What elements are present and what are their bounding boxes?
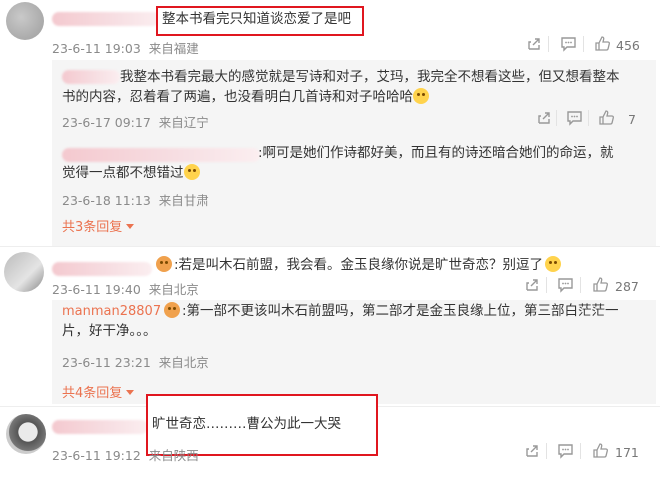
reply-username[interactable]: manman28807 [62, 304, 161, 319]
comment-meta: 23-6-11 19:03 来自福建 [52, 38, 199, 57]
emoji-icon [545, 256, 562, 272]
comment-icon[interactable] [557, 277, 574, 293]
comment-time: 23-6-11 19:03 [52, 41, 141, 56]
reply-location: 来自辽宁 [158, 115, 209, 130]
avatar[interactable] [6, 2, 44, 40]
laughing-emoji-icon [413, 88, 429, 104]
more-replies-link[interactable]: 共3条回复 [62, 216, 135, 235]
reply-text-line-1: :啊可是她们作诗都好美，而且有的诗还暗合她们的命运，就 [258, 145, 614, 161]
like-icon[interactable] [594, 35, 611, 52]
username-blurred[interactable] [52, 420, 148, 434]
separator [546, 443, 547, 459]
comment-meta: 23-6-11 19:40 来自北京 [52, 279, 199, 298]
username-blurred[interactable] [52, 12, 160, 26]
comment-icon[interactable] [560, 36, 577, 52]
user-avatar-emoji-icon [156, 256, 172, 272]
share-icon[interactable] [524, 443, 540, 459]
divider [0, 246, 660, 247]
like-icon[interactable] [592, 442, 609, 459]
comment-icon[interactable] [566, 110, 583, 126]
like-count: 7 [628, 112, 636, 127]
reply-time: 23-6-11 23:21 [62, 355, 151, 370]
username-blurred[interactable] [52, 262, 152, 276]
avatar[interactable] [6, 414, 46, 454]
like-count: 456 [616, 38, 640, 53]
comment-icon[interactable] [557, 443, 574, 459]
comment-time: 23-6-11 19:40 [52, 282, 141, 297]
reply-location: 来自甘肃 [158, 193, 209, 208]
user-avatar-emoji-icon [164, 302, 180, 318]
comment-text: 整本书看完只知道谈恋爱了是吧 [162, 11, 351, 27]
username-blurred[interactable] [62, 148, 260, 162]
like-count: 287 [615, 279, 639, 294]
comment-text: 旷世奇恋………曹公为此一大哭 [152, 416, 341, 432]
reply-text-line-1: 我整本书看完最大的感觉就是写诗和对子，艾玛，我完全不想看这些，但又想看整本 [120, 69, 620, 85]
separator [580, 443, 581, 459]
reply-time: 23-6-17 09:17 [62, 115, 151, 130]
reply-text-line-2: 书的内容，忍着看了两遍，也没看明白几首诗和对子哈哈哈 [62, 86, 429, 108]
separator [583, 36, 584, 52]
comment-location: 来自陕西 [148, 448, 199, 463]
reply-time: 23-6-18 11:13 [62, 193, 151, 208]
like-count: 171 [615, 445, 639, 460]
more-replies-link[interactable]: 共4条回复 [62, 382, 135, 401]
caret-down-icon [126, 224, 135, 229]
separator [548, 36, 549, 52]
reply-meta: 23-6-17 09:17 来自辽宁 [62, 112, 209, 131]
separator [588, 110, 589, 126]
comment-location: 来自福建 [148, 41, 199, 56]
share-icon[interactable] [536, 110, 552, 126]
avatar[interactable] [4, 252, 44, 292]
reply-text-line-1: :第一部不更该叫木石前盟吗，第二部才是金玉良缘上位，第三部白茫茫一 [164, 300, 619, 322]
separator [546, 277, 547, 293]
share-icon[interactable] [526, 36, 542, 52]
comment-location: 来自北京 [148, 282, 199, 297]
emoji-icon [183, 164, 200, 180]
comment-text: :若是叫木石前盟，我会看。金玉良缘你说是旷世奇恋？别逗了 [156, 254, 562, 276]
like-icon[interactable] [592, 276, 609, 293]
reply-text-line-2: 觉得一点都不想错过 [62, 162, 200, 184]
username-blurred[interactable] [62, 70, 120, 84]
comment-time: 23-6-11 19:12 [52, 448, 141, 463]
comment-meta: 23-6-11 19:12 来自陕西 [52, 445, 199, 464]
share-icon[interactable] [524, 277, 540, 293]
reply-text-line-2: 片，好干净。。。 [62, 323, 157, 339]
separator [580, 277, 581, 293]
reply-location: 来自北京 [158, 355, 209, 370]
like-icon[interactable] [598, 109, 615, 126]
separator [556, 110, 557, 126]
reply-meta: 23-6-11 23:21 来自北京 [62, 352, 209, 371]
reply-meta: 23-6-18 11:13 来自甘肃 [62, 190, 209, 209]
caret-down-icon [126, 390, 135, 395]
